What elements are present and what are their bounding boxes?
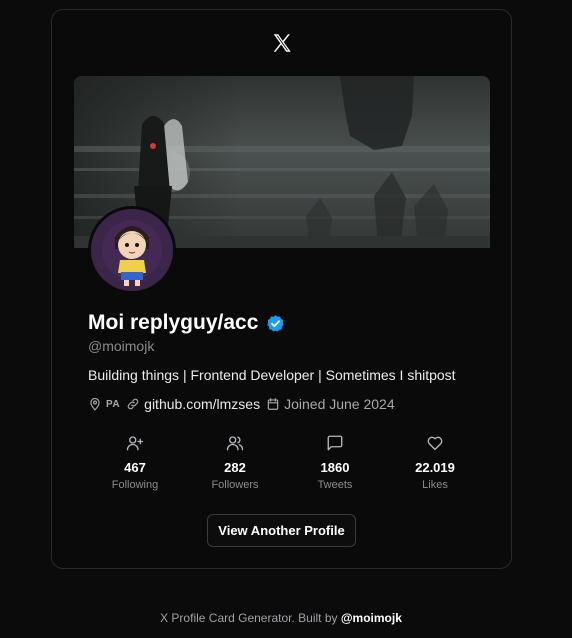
stat-followers-label: Followers [211,479,259,491]
footer-text: X Profile Card Generator. Built by [160,611,341,625]
link-icon [127,398,139,410]
stat-following-value: 467 [124,460,146,475]
stat-tweets-label: Tweets [317,479,353,491]
map-pin-icon [90,397,100,411]
profile-card: Moi replyguy/acc @moimojk Building thing… [51,9,512,569]
page-footer: X Profile Card Generator. Built by @moim… [0,611,562,625]
profile-bio: Building things | Frontend Developer | S… [88,367,456,383]
stat-following-label: Following [111,479,159,491]
view-another-profile-button[interactable]: View Another Profile [207,514,356,547]
profile-name: Moi replyguy/acc [88,311,259,334]
x-logo-icon [273,34,291,52]
profile-joined-date: Joined June 2024 [284,396,395,412]
stat-tweets-value: 1860 [320,460,350,475]
verified-badge-icon [267,314,285,332]
avatar[interactable] [88,206,176,294]
profile-meta: PA github.com/lmzses Joined June 2024 [88,396,395,412]
users-icon [226,436,244,451]
stat-likes[interactable]: 22.019 Likes [385,434,485,491]
profile-website-link[interactable]: github.com/lmzses [144,396,260,412]
stat-following[interactable]: 467 Following [85,434,185,491]
profile-stats: 467 Following 282 Followers 1860 Tweets … [85,434,485,491]
profile-location: PA [106,398,121,410]
stat-followers-value: 282 [224,460,246,475]
heart-icon [427,436,443,451]
stat-followers[interactable]: 282 Followers [185,434,285,491]
stat-likes-value: 22.019 [415,460,455,475]
profile-handle: @moimojk [88,338,155,354]
calendar-icon [267,398,279,410]
footer-author-link[interactable]: @moimojk [341,611,402,625]
message-square-icon [327,435,343,451]
stat-tweets[interactable]: 1860 Tweets [285,434,385,491]
stat-likes-label: Likes [422,479,448,491]
user-plus-icon [126,436,144,451]
